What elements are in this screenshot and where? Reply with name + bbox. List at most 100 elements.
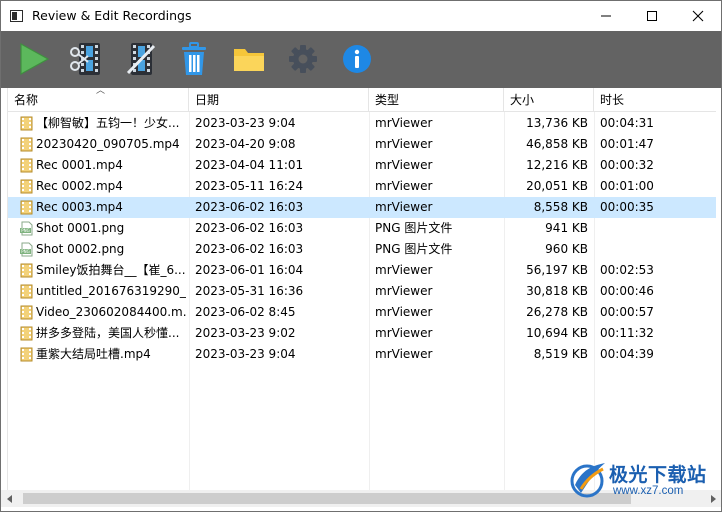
video-file-icon — [20, 263, 33, 278]
info-button[interactable] — [337, 39, 377, 79]
play-button[interactable] — [13, 39, 53, 79]
list-row[interactable]: 拼多多登陆，美国人秒懂... 2023-03-23 9:02 mrViewer 10,… — [8, 323, 716, 344]
minimize-icon — [601, 15, 611, 17]
list-row[interactable]: Rec 0001.mp4 2023-04-04 11:01 mrViewer 12,2… — [8, 155, 716, 176]
list-row[interactable]: 20230420_090705.mp4 2023-04-20 9:08 mrView… — [8, 134, 716, 155]
row-type: mrViewer — [375, 326, 433, 340]
folder-icon — [234, 49, 264, 71]
svg-text:PNG: PNG — [21, 228, 30, 233]
row-duration: 00:11:32 — [600, 326, 654, 340]
settings-button[interactable] — [283, 39, 323, 79]
row-type: PNG 图片文件 — [375, 242, 453, 256]
list-row[interactable]: PNG Shot 0001.png 2023-06-02 16:03 PNG 图片文件… — [8, 218, 716, 239]
png-file-icon: PNG — [20, 242, 33, 257]
row-size: 56,197 KB — [526, 263, 588, 277]
row-date: 2023-06-02 16:03 — [195, 200, 304, 214]
row-duration: 00:00:57 — [600, 305, 654, 319]
open-folder-button[interactable] — [229, 39, 269, 79]
row-type: mrViewer — [375, 200, 433, 214]
row-name: untitled_201676319290_... — [36, 284, 186, 298]
app-window: Review & Edit Recordings 名称 ︿ 日期 类型 大小 时… — [0, 0, 722, 512]
png-file-icon: PNG — [20, 221, 33, 236]
row-name: 拼多多登陆，美国人秒懂... — [36, 326, 180, 340]
scrollbar-thumb[interactable] — [23, 493, 631, 504]
row-type: mrViewer — [375, 116, 433, 130]
row-size: 12,216 KB — [526, 158, 588, 172]
row-type: PNG 图片文件 — [375, 221, 453, 235]
row-name: Video_230602084400.m... — [36, 305, 186, 319]
sort-ascending-icon: ︿ — [96, 86, 106, 96]
list-row[interactable]: Rec 0002.mp4 2023-05-11 16:24 mrViewer 20,0… — [8, 176, 716, 197]
column-header-date[interactable]: 日期 — [189, 88, 369, 112]
list-row[interactable]: 重紫大结局吐槽.mp4 2023-03-23 9:04 mrViewer 8,519 … — [8, 344, 716, 365]
row-name: 20230420_090705.mp4 — [36, 137, 180, 151]
minimize-button[interactable] — [583, 1, 629, 31]
edit-video-button[interactable] — [67, 39, 107, 79]
row-name: Rec 0003.mp4 — [36, 200, 123, 214]
row-duration — [600, 239, 710, 260]
list-row[interactable]: Smiley饭拍舞台__【崔_6... 2023-06-01 16:04 mrVie… — [8, 260, 716, 281]
close-icon — [692, 10, 704, 22]
svg-text:PNG: PNG — [21, 249, 30, 254]
maximize-icon — [647, 11, 657, 21]
row-date: 2023-04-04 11:01 — [195, 158, 304, 172]
maximize-button[interactable] — [629, 1, 675, 31]
scroll-left-button[interactable] — [1, 490, 18, 507]
video-file-icon — [20, 137, 33, 152]
row-size: 20,051 KB — [526, 179, 588, 193]
row-size: 960 KB — [545, 242, 588, 256]
row-name: 【柳智敏】五钧一！少女... — [36, 116, 180, 130]
row-date: 2023-06-02 16:03 — [195, 242, 304, 256]
row-duration — [600, 218, 710, 239]
row-size: 26,278 KB — [526, 305, 588, 319]
column-header-size[interactable]: 大小 — [504, 88, 594, 112]
info-icon — [343, 45, 371, 73]
video-file-icon — [20, 158, 33, 173]
close-button[interactable] — [675, 1, 721, 31]
row-duration: 00:04:31 — [600, 116, 654, 130]
column-header-duration[interactable]: 时长 — [594, 88, 716, 112]
watermark: 极光下载站 www.xz7.com — [567, 457, 717, 505]
video-file-icon — [20, 326, 33, 341]
list-row[interactable]: Rec 0003.mp4 2023-06-02 16:03 mrViewer 8,55… — [8, 197, 716, 218]
row-date: 2023-05-11 16:24 — [195, 179, 304, 193]
row-date: 2023-03-23 9:04 — [195, 347, 296, 361]
row-name: 重紫大结局吐槽.mp4 — [36, 347, 151, 361]
row-duration: 00:02:53 — [600, 263, 654, 277]
trim-video-button[interactable] — [121, 39, 161, 79]
row-size: 10,694 KB — [526, 326, 588, 340]
list-row[interactable]: PNG Shot 0002.png 2023-06-02 16:03 PNG 图片文件… — [8, 239, 716, 260]
row-size: 30,818 KB — [526, 284, 588, 298]
row-duration: 00:00:35 — [600, 200, 654, 214]
row-name: Smiley饭拍舞台__【崔_6... — [36, 263, 186, 277]
list-row[interactable]: 【柳智敏】五钧一！少女... 2023-03-23 9:04 mrViewer 13,… — [8, 113, 716, 134]
watermark-url: www.xz7.com — [613, 485, 684, 497]
video-file-icon — [20, 284, 33, 299]
gear-icon — [289, 45, 317, 73]
film-cut-icon — [126, 43, 156, 75]
row-date: 2023-06-02 8:45 — [195, 305, 296, 319]
row-duration: 00:01:00 — [600, 179, 654, 193]
row-duration: 00:00:46 — [600, 284, 654, 298]
row-duration: 00:00:32 — [600, 158, 654, 172]
watermark-title: 极光下载站 — [609, 464, 707, 486]
row-size: 8,519 KB — [533, 347, 588, 361]
scroll-left-icon — [6, 494, 12, 503]
row-name: Rec 0001.mp4 — [36, 158, 123, 172]
toolbar — [1, 31, 721, 88]
list-row[interactable]: Video_230602084400.m... 2023-06-02 8:45 mr… — [8, 302, 716, 323]
row-type: mrViewer — [375, 284, 433, 298]
list-header: 名称 ︿ 日期 类型 大小 时长 — [8, 86, 716, 112]
row-date: 2023-06-01 16:04 — [195, 263, 304, 277]
row-type: mrViewer — [375, 263, 433, 277]
delete-button[interactable] — [174, 39, 214, 79]
row-size: 941 KB — [545, 221, 588, 235]
recordings-list[interactable]: 名称 ︿ 日期 类型 大小 时长 【柳智敏】五钧一！少女... 2023-03-2… — [7, 86, 716, 490]
title-bar: Review & Edit Recordings — [1, 1, 721, 31]
row-name: Rec 0002.mp4 — [36, 179, 123, 193]
column-header-type[interactable]: 类型 — [369, 88, 504, 112]
list-row[interactable]: untitled_201676319290_... 2023-05-31 16:3… — [8, 281, 716, 302]
window-title: Review & Edit Recordings — [32, 8, 192, 23]
video-file-icon — [20, 179, 33, 194]
film-edit-icon — [70, 43, 100, 75]
